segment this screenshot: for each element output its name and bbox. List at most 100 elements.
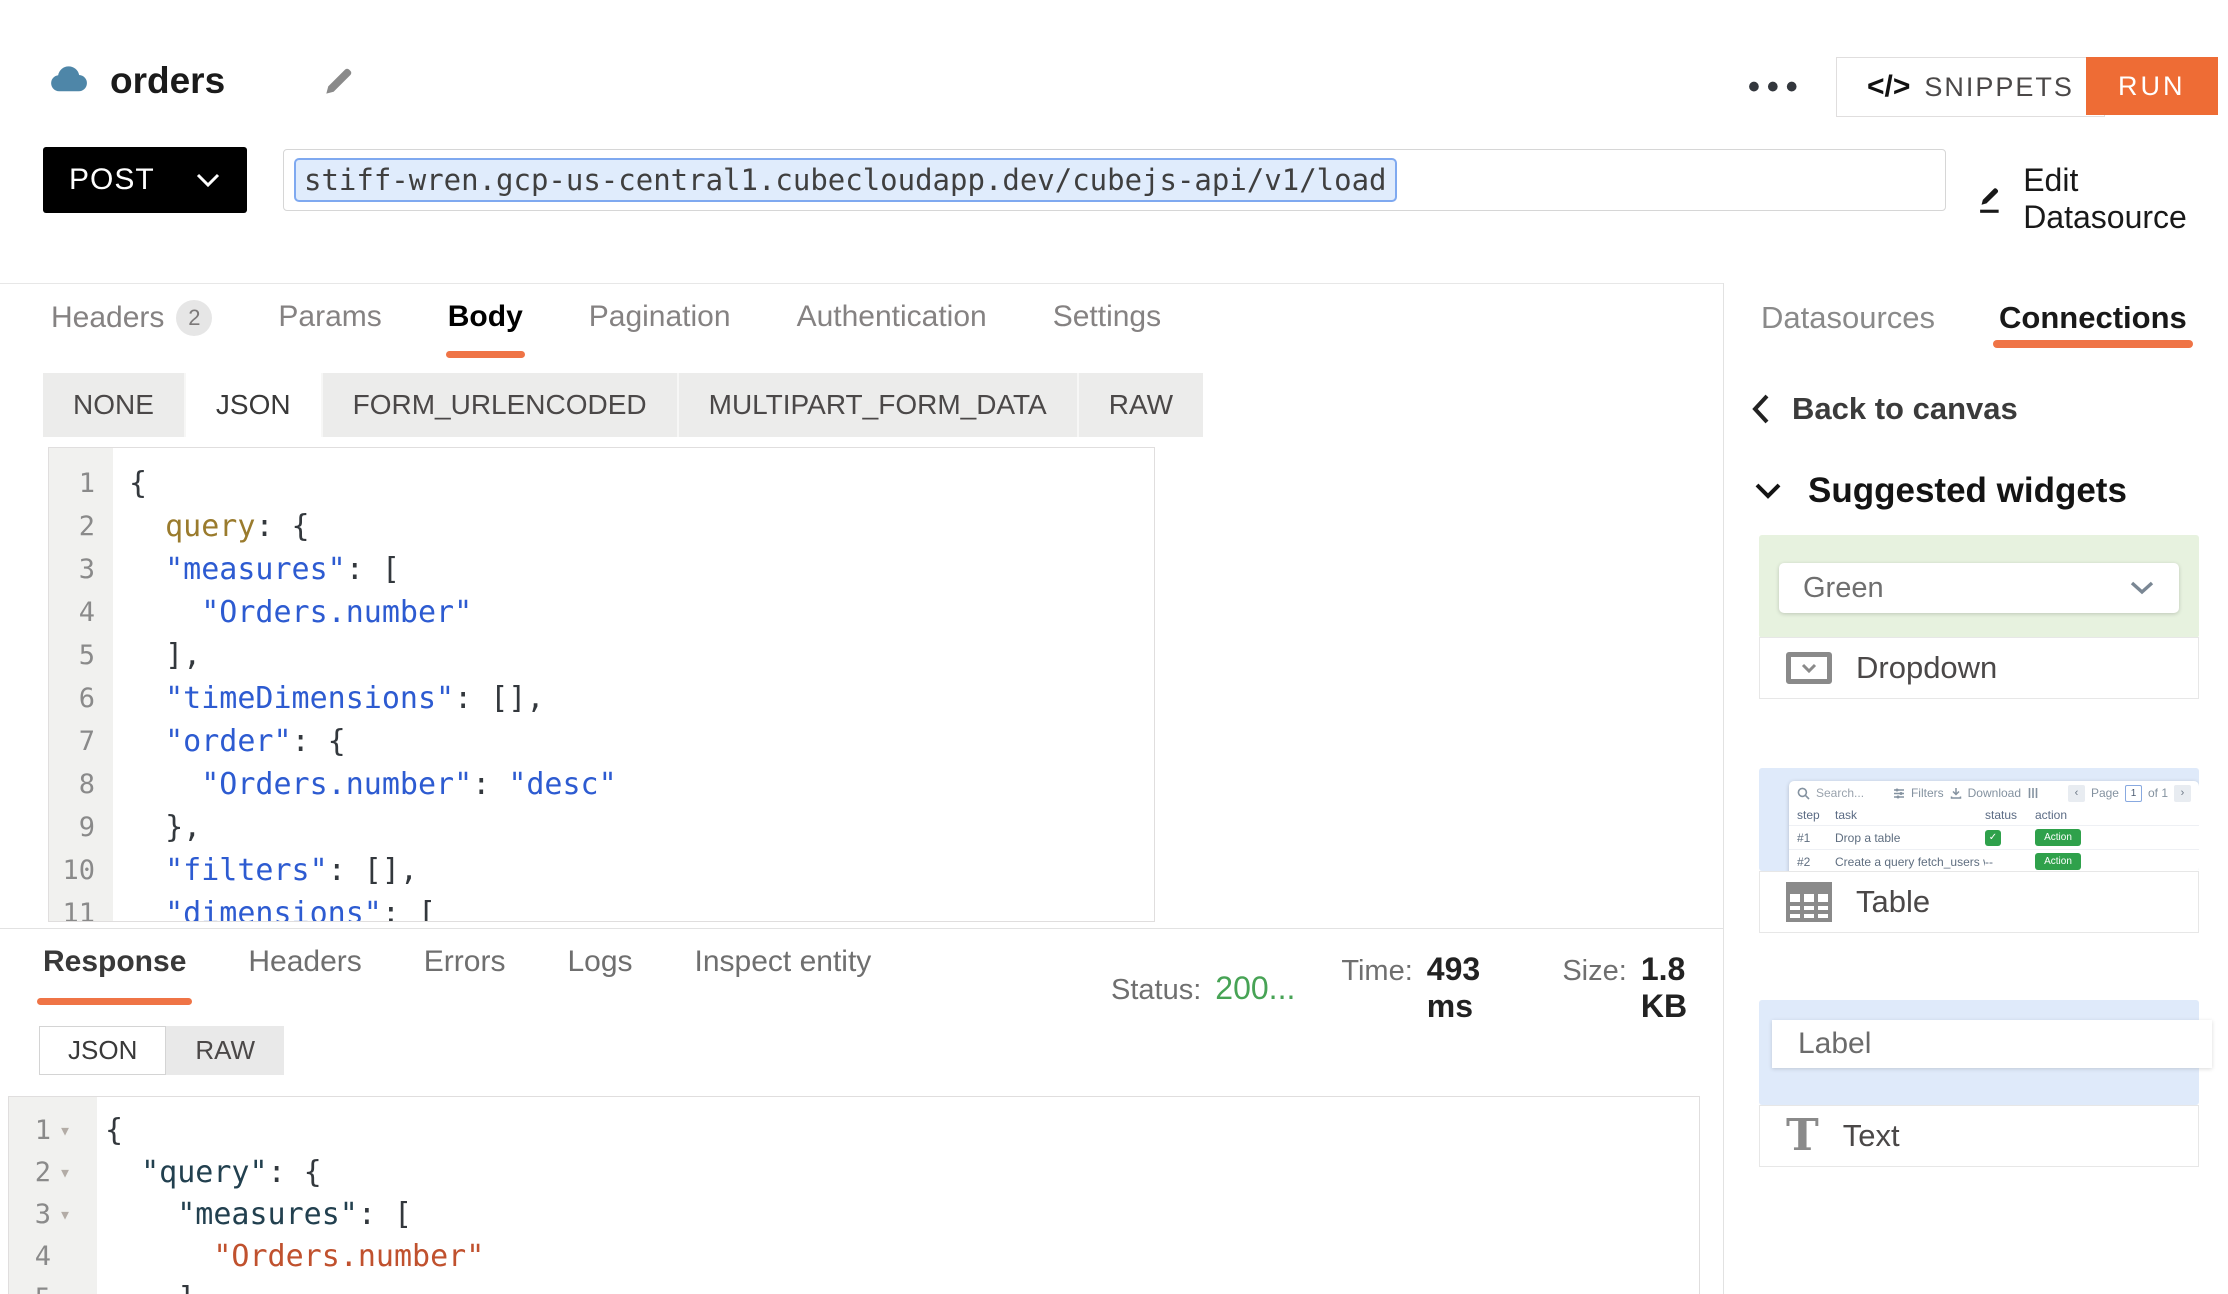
cell-step: #2 (1797, 855, 1835, 869)
response-tab-logs[interactable]: Logs (567, 945, 632, 1005)
code-line: 3 "measures": [ (49, 548, 1154, 591)
method-dropdown[interactable]: POST (43, 147, 247, 213)
table-preview: Search... Filters Download ‹ Page 1 of 1… (1789, 781, 2199, 871)
tab-pagination[interactable]: Pagination (589, 300, 731, 358)
table-preview-row: #2Create a query fetch_users with the M.… (1789, 849, 2199, 871)
back-to-canvas-label: Back to canvas (1792, 391, 2018, 427)
table-preview-search: Search... (1816, 786, 1864, 800)
code-line: 2 query: { (49, 505, 1154, 548)
tab-headers[interactable]: Headers2 (51, 300, 212, 360)
edit-datasource-label: Edit Datasource (2023, 162, 2228, 236)
widget-item-table[interactable]: Table (1759, 871, 2199, 933)
table-preview-header-row: steptaskstatusaction (1789, 805, 2199, 825)
body-type-none[interactable]: NONE (43, 373, 186, 437)
download-icon (1950, 787, 1962, 799)
tab-body[interactable]: Body (448, 300, 523, 358)
response-format-tabs: JSONRAW (39, 1026, 284, 1075)
response-format-json[interactable]: JSON (39, 1026, 166, 1075)
table-preview-download-label: Download (1968, 786, 2021, 800)
edit-datasource-button[interactable]: Edit Datasource (1973, 162, 2228, 236)
filters-icon (1893, 787, 1905, 799)
line-number: 7 (49, 726, 113, 757)
tab-label: Params (278, 300, 381, 334)
code-line: 1▾{ (9, 1109, 1699, 1151)
table-preview-rows: #1Drop a table✓Action#2Create a query fe… (1789, 825, 2199, 871)
line-number: 6 (49, 683, 113, 714)
widget-label: Text (1843, 1118, 1900, 1154)
sidebar-tab-datasources[interactable]: Datasources (1761, 300, 1935, 348)
body-type-raw[interactable]: RAW (1079, 373, 1203, 437)
response-tab-errors[interactable]: Errors (424, 945, 506, 1005)
table-preview-col-header: status (1985, 808, 2035, 822)
search-icon (1797, 787, 1810, 800)
code-line: 10 "filters": [], (49, 849, 1154, 892)
body-type-multipart_form_data[interactable]: MULTIPART_FORM_DATA (679, 373, 1079, 437)
tab-label: Body (448, 300, 523, 334)
body-type-form_urlencoded[interactable]: FORM_URLENCODED (323, 373, 679, 437)
widget-item-text[interactable]: T Text (1759, 1105, 2199, 1167)
response-status-row: Status: 200... Time: 493 ms Size: 1.8 KB (1111, 951, 1723, 1025)
cell-status: ✓ (1985, 829, 2035, 846)
back-to-canvas-link[interactable]: Back to canvas (1750, 391, 2018, 427)
page-next-button: › (2174, 785, 2191, 802)
tab-authentication[interactable]: Authentication (797, 300, 987, 358)
response-panel: ResponseHeadersErrorsLogsInspect entity … (0, 928, 1723, 1294)
tab-settings[interactable]: Settings (1053, 300, 1161, 358)
tab-params[interactable]: Params (278, 300, 381, 358)
code-line: 4 "Orders.number" (49, 591, 1154, 634)
cell-status: -- (1985, 855, 2035, 869)
columns-icon (2027, 787, 2039, 799)
suggested-widgets-header[interactable]: Suggested widgets (1754, 471, 2127, 511)
request-body-editor[interactable]: 1{2 query: {3 "measures": [4 "Orders.num… (48, 447, 1155, 922)
fold-arrow-icon[interactable]: ▾ (57, 1202, 93, 1226)
cell-task: Drop a table (1835, 831, 1985, 845)
line-number: 1 (9, 1115, 57, 1146)
code-line: 9 }, (49, 806, 1154, 849)
snippets-button[interactable]: </> SNIPPETS (1836, 57, 2105, 117)
response-tab-inspect-entity[interactable]: Inspect entity (695, 945, 872, 1005)
request-tabs: Headers2 Params Body Pagination Authenticati… (51, 300, 1161, 360)
widget-item-dropdown[interactable]: Dropdown (1759, 637, 2199, 699)
suggested-widgets-title: Suggested widgets (1808, 471, 2127, 511)
status-label: Status: (1111, 974, 1201, 1007)
edit-title-icon[interactable] (320, 62, 358, 105)
response-body-viewer[interactable]: 1▾{2▾ "query": {3▾ "measures": [4 "Order… (8, 1096, 1700, 1294)
code-text: }, (113, 810, 201, 845)
body-type-json[interactable]: JSON (186, 373, 323, 437)
dropdown-preview-select: Green (1779, 563, 2179, 613)
url-input[interactable]: stiff-wren.gcp-us-central1.cubecloudapp.… (283, 149, 1946, 211)
action-button: Action (2035, 853, 2081, 870)
line-number: 5 (9, 1283, 57, 1294)
fold-arrow-icon[interactable]: ▾ (57, 1160, 93, 1184)
response-format-raw[interactable]: RAW (166, 1026, 284, 1075)
code-line: 5 ], (49, 634, 1154, 677)
snippets-label: SNIPPETS (1924, 72, 2074, 103)
text-preview-value: Label (1798, 1027, 1871, 1061)
code-text: "timeDimensions": [], (113, 681, 544, 716)
dropdown-icon (1786, 652, 1832, 684)
line-number: 2 (9, 1157, 57, 1188)
response-tab-response[interactable]: Response (43, 945, 186, 1005)
text-preview-box: Label (1772, 1020, 2212, 1068)
more-menu-button[interactable]: ••• (1748, 68, 1805, 107)
line-number: 3 (9, 1199, 57, 1230)
code-line: 8 "Orders.number": "desc" (49, 763, 1154, 806)
response-tab-headers[interactable]: Headers (248, 945, 361, 1005)
time-label: Time: (1341, 955, 1412, 988)
code-line: 1{ (49, 462, 1154, 505)
table-widget-preview-card[interactable]: Search... Filters Download ‹ Page 1 of 1… (1759, 768, 2199, 871)
line-number: 3 (49, 554, 113, 585)
fold-arrow-icon[interactable]: ▾ (57, 1118, 93, 1142)
page-label: Page (2091, 786, 2119, 800)
sidebar-tab-connections[interactable]: Connections (1999, 300, 2187, 348)
run-button[interactable]: RUN (2086, 57, 2218, 115)
code-text: { (113, 466, 147, 501)
widget-label: Dropdown (1856, 650, 1997, 686)
code-line: 6 "timeDimensions": [], (49, 677, 1154, 720)
dropdown-widget-preview-card[interactable]: Green (1759, 535, 2199, 638)
action-button: Action (2035, 829, 2081, 846)
text-widget-preview-card[interactable]: Label (1759, 1000, 2199, 1105)
table-preview-toolbar: Search... Filters Download ‹ Page 1 of 1… (1789, 781, 2199, 805)
page-title: orders (110, 60, 225, 102)
api-editor-page: orders ••• </> SNIPPETS RUN POST stiff-w… (0, 0, 2228, 1294)
